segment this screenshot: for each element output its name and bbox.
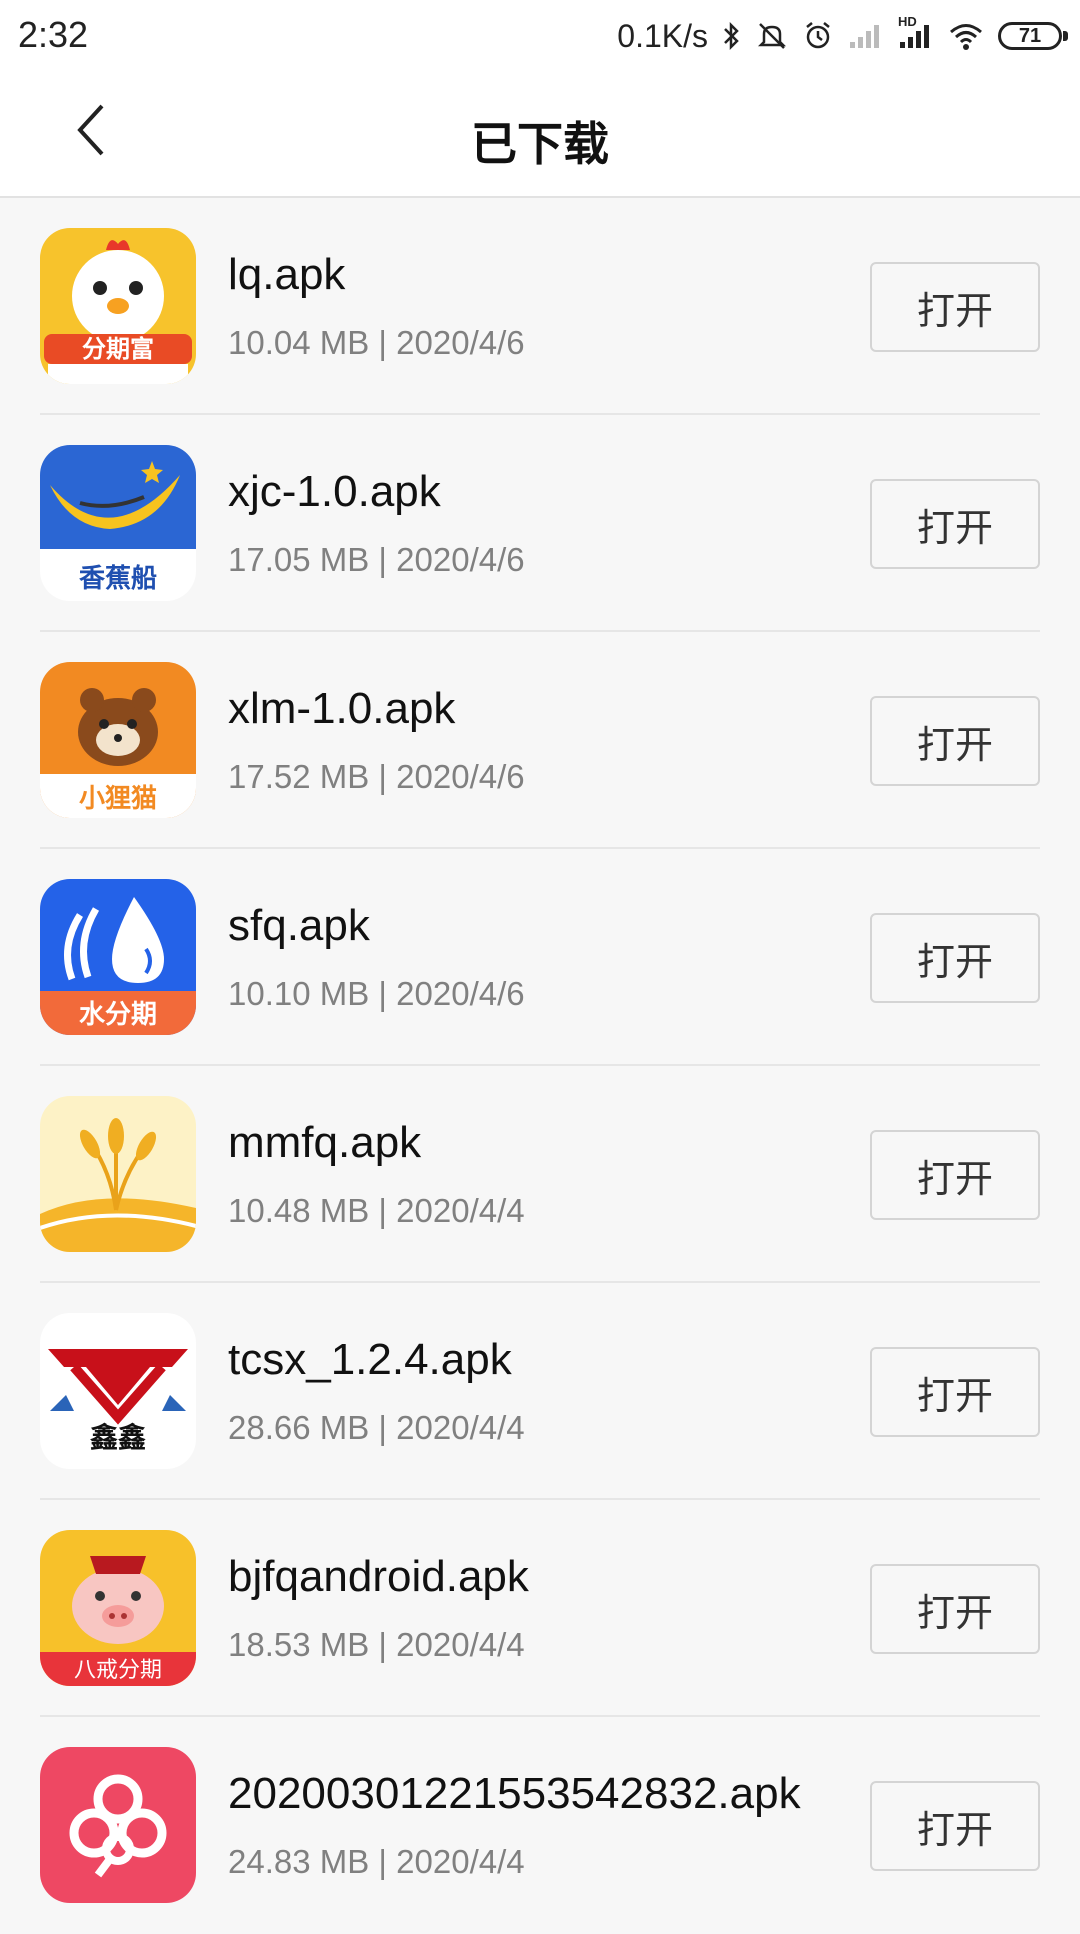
wheat-icon	[40, 1096, 196, 1252]
page-title: 已下载	[471, 118, 609, 170]
app-name: mmfq.apk	[228, 1118, 422, 1167]
battery-level: 71	[1018, 24, 1042, 47]
signal-hd-icon: HD	[898, 14, 934, 50]
flower-icon	[40, 1747, 196, 1903]
list-item[interactable]: 小狸猫 xlm-1.0.apk 17.52 MB | 2020/4/6 打开	[40, 632, 1040, 849]
list-item[interactable]: 香蕉船 xjc-1.0.apk 17.05 MB | 2020/4/6 打开	[40, 415, 1040, 632]
icon-caption: 小狸猫	[79, 784, 157, 814]
downloaded-list: 分期富 lq.apk 10.04 MB | 2020/4/6 打开 香蕉船 xj…	[40, 198, 1040, 1934]
status-bar: 2:32 0.1K/s HD 71	[0, 0, 1080, 72]
app-meta: 24.83 MB | 2020/4/4	[228, 1843, 525, 1880]
open-button[interactable]: 打开	[870, 1347, 1040, 1437]
list-item[interactable]: 20200301221553542832.apk 24.83 MB | 2020…	[40, 1717, 1040, 1934]
icon-caption: 八戒分期	[74, 1658, 162, 1683]
app-name: bjfqandroid.apk	[228, 1552, 529, 1601]
open-button[interactable]: 打开	[870, 479, 1040, 569]
app-meta: 10.04 MB | 2020/4/6	[228, 324, 525, 361]
open-button[interactable]: 打开	[870, 913, 1040, 1003]
icon-caption: 香蕉船	[79, 563, 157, 594]
net-speed: 0.1K/s	[617, 17, 708, 54]
wifi-icon	[948, 21, 984, 51]
app-meta: 18.53 MB | 2020/4/4	[228, 1626, 525, 1663]
raccoon-icon: 小狸猫	[40, 662, 196, 818]
water-drop-icon: 水分期	[40, 879, 196, 1035]
list-item[interactable]: 水分期 sfq.apk 10.10 MB | 2020/4/6 打开	[40, 849, 1040, 1066]
app-name: 20200301221553542832.apk	[228, 1769, 801, 1818]
open-button[interactable]: 打开	[870, 1781, 1040, 1871]
icon-caption: 水分期	[79, 1000, 157, 1030]
list-item[interactable]: 鑫鑫 tcsx_1.2.4.apk 28.66 MB | 2020/4/4 打开	[40, 1283, 1040, 1500]
alarm-icon	[802, 20, 834, 52]
title-bar: 已下载	[0, 72, 1080, 198]
open-button[interactable]: 打开	[870, 262, 1040, 352]
chick-icon: 分期富	[40, 228, 196, 384]
bluetooth-icon	[722, 20, 742, 52]
open-button[interactable]: 打开	[870, 1130, 1040, 1220]
signal-weak-icon	[848, 22, 884, 50]
battery-icon: 71	[998, 22, 1068, 50]
status-icons: 0.1K/s HD 71	[617, 14, 1068, 58]
list-item[interactable]: 分期富 lq.apk 10.04 MB | 2020/4/6 打开	[40, 198, 1040, 415]
icon-caption: 分期富	[82, 335, 154, 363]
app-meta: 28.66 MB | 2020/4/4	[228, 1409, 525, 1446]
app-meta: 10.10 MB | 2020/4/6	[228, 975, 525, 1012]
hd-label: HD	[898, 14, 917, 29]
icon-caption: 鑫鑫	[90, 1421, 146, 1454]
app-meta: 17.05 MB | 2020/4/6	[228, 541, 525, 578]
mute-bell-icon	[756, 20, 788, 52]
banana-boat-icon: 香蕉船	[40, 445, 196, 601]
app-name: lq.apk	[228, 250, 346, 299]
app-name: tcsx_1.2.4.apk	[228, 1335, 512, 1384]
status-time: 2:32	[18, 14, 89, 55]
xin-logo-icon: 鑫鑫	[40, 1313, 196, 1469]
list-item[interactable]: 八戒分期 bjfqandroid.apk 18.53 MB | 2020/4/4…	[40, 1500, 1040, 1717]
app-meta: 10.48 MB | 2020/4/4	[228, 1192, 525, 1229]
app-name: xjc-1.0.apk	[228, 467, 441, 516]
pig-icon: 八戒分期	[40, 1530, 196, 1686]
list-item[interactable]: mmfq.apk 10.48 MB | 2020/4/4 打开	[40, 1066, 1040, 1283]
app-name: sfq.apk	[228, 901, 370, 950]
open-button[interactable]: 打开	[870, 696, 1040, 786]
app-meta: 17.52 MB | 2020/4/6	[228, 758, 525, 795]
app-name: xlm-1.0.apk	[228, 684, 456, 733]
open-button[interactable]: 打开	[870, 1564, 1040, 1654]
